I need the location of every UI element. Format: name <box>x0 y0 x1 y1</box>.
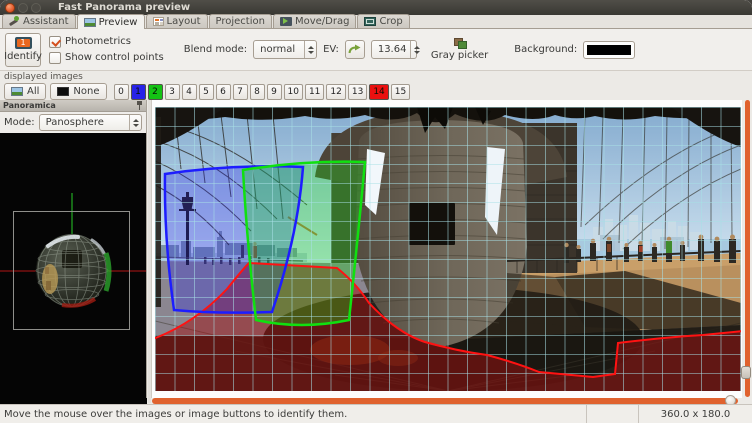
preview-canvas-area[interactable] <box>151 100 742 398</box>
gray-picker-button[interactable]: Gray picker <box>427 36 492 63</box>
fast-panorama-preview-window: Fast Panorama preview Assistant Preview La… <box>0 0 752 423</box>
blend-mode-value: normal <box>260 44 295 55</box>
image-button-1[interactable]: 1 <box>131 84 146 100</box>
none-images-label: None <box>73 86 99 97</box>
panorama-preview-canvas[interactable] <box>155 107 741 391</box>
tab-label: Assistant <box>23 16 69 27</box>
crop-icon <box>364 17 376 26</box>
status-message: Move the mouse over the images or image … <box>0 409 586 420</box>
maximize-button[interactable] <box>31 3 41 13</box>
pane-title: Panoramica <box>3 101 56 110</box>
image-button-2[interactable]: 2 <box>148 84 163 100</box>
close-button[interactable] <box>5 3 15 13</box>
tab-crop[interactable]: Crop <box>357 14 409 28</box>
tab-layout[interactable]: Layout <box>146 14 208 28</box>
photometrics-checkbox[interactable] <box>49 36 61 48</box>
status-field-2 <box>586 405 638 423</box>
pane-header[interactable]: Panoramica <box>0 100 146 112</box>
tab-projection[interactable]: Projection <box>209 14 272 28</box>
identify-label: Identify <box>4 51 42 62</box>
mode-select[interactable]: Panosphere <box>39 114 142 131</box>
image-button-9[interactable]: 9 <box>267 84 282 100</box>
ev-spinbox[interactable]: 13.64 <box>371 40 417 59</box>
toolbar: Identify Photometrics Show control point… <box>0 29 752 71</box>
window-title: Fast Panorama preview <box>58 2 190 13</box>
photometrics-row[interactable]: Photometrics <box>49 36 164 48</box>
status-bar: Move the mouse over the images or image … <box>0 404 752 423</box>
background-color-swatch <box>587 45 631 55</box>
all-images-icon <box>11 87 23 96</box>
image-button-10[interactable]: 10 <box>284 84 303 100</box>
displayed-images-row: All None 0123456789101112131415 <box>4 83 748 100</box>
pano-dimensions: 360.0 x 180.0 <box>638 405 752 423</box>
image-button-13[interactable]: 13 <box>348 84 367 100</box>
image-button-6[interactable]: 6 <box>216 84 231 100</box>
image-button-row: 0123456789101112131415 <box>114 84 411 100</box>
panosphere-render <box>0 133 146 403</box>
show-control-points-label: Show control points <box>65 52 164 63</box>
vertical-scrollbar[interactable] <box>745 100 750 397</box>
blend-mode-spinner[interactable] <box>304 41 316 58</box>
image-button-11[interactable]: 11 <box>305 84 324 100</box>
pin-icon[interactable] <box>136 101 143 110</box>
image-outline-overlays <box>155 107 741 391</box>
image-button-12[interactable]: 12 <box>326 84 345 100</box>
image-button-7[interactable]: 7 <box>233 84 248 100</box>
none-images-icon <box>57 87 69 96</box>
ev-reset-button[interactable] <box>345 40 365 59</box>
identify-icon <box>15 37 32 49</box>
image-button-15[interactable]: 15 <box>391 84 410 100</box>
blend-mode-select[interactable]: normal <box>253 40 317 59</box>
photometrics-label: Photometrics <box>65 36 131 47</box>
mode-spinner[interactable] <box>129 115 141 130</box>
tab-label: Crop <box>379 16 402 27</box>
ev-label: EV: <box>323 44 339 55</box>
mode-label: Mode: <box>4 117 35 128</box>
displayed-images-label: displayed images <box>4 72 748 82</box>
vertical-scrollbar-thumb[interactable] <box>741 366 751 379</box>
none-images-button[interactable]: None <box>50 83 106 100</box>
image-button-5[interactable]: 5 <box>199 84 214 100</box>
blend-mode-label: Blend mode: <box>184 44 247 55</box>
tab-label: Projection <box>216 16 265 27</box>
image-button-14[interactable]: 14 <box>369 84 388 100</box>
background-color-button[interactable] <box>583 41 635 59</box>
minimize-button[interactable] <box>18 3 28 13</box>
tab-assistant[interactable]: Assistant <box>2 14 76 28</box>
move-drag-icon <box>280 17 292 26</box>
image-button-4[interactable]: 4 <box>182 84 197 100</box>
tab-label: Move/Drag <box>295 16 349 27</box>
mode-value: Panosphere <box>46 117 104 128</box>
gray-picker-icon <box>453 38 467 49</box>
assistant-icon <box>9 16 20 27</box>
ev-value: 13.64 <box>378 44 407 55</box>
identify-button[interactable]: Identify <box>5 33 41 67</box>
panosphere-3d-view[interactable] <box>0 133 146 403</box>
titlebar[interactable]: Fast Panorama preview <box>0 0 752 15</box>
green-arrow-icon <box>348 44 361 55</box>
tab-move-drag[interactable]: Move/Drag <box>273 14 356 28</box>
tab-label: Preview <box>99 17 138 28</box>
checkbox-column: Photometrics Show control points <box>49 36 164 64</box>
layout-icon <box>153 17 164 26</box>
panosphere-pane: Panoramica Mode: Panosphere <box>0 100 147 403</box>
show-control-points-row[interactable]: Show control points <box>49 52 164 64</box>
background-label: Background: <box>514 44 577 55</box>
image-button-8[interactable]: 8 <box>250 84 265 100</box>
preview-icon <box>84 18 96 27</box>
all-images-button[interactable]: All <box>4 83 46 100</box>
displayed-images-section: displayed images All None 01234567891011… <box>0 71 752 100</box>
ev-spinner[interactable] <box>410 41 422 58</box>
mode-row: Mode: Panosphere <box>0 112 146 133</box>
all-images-label: All <box>27 86 39 97</box>
image-button-0[interactable]: 0 <box>114 84 129 100</box>
show-control-points-checkbox[interactable] <box>49 52 61 64</box>
tab-label: Layout <box>167 16 201 27</box>
tab-bar: Assistant Preview Layout Projection Move/Dra… <box>0 15 752 29</box>
gray-picker-label: Gray picker <box>431 50 488 61</box>
tab-preview[interactable]: Preview <box>77 14 145 29</box>
image-button-3[interactable]: 3 <box>165 84 180 100</box>
